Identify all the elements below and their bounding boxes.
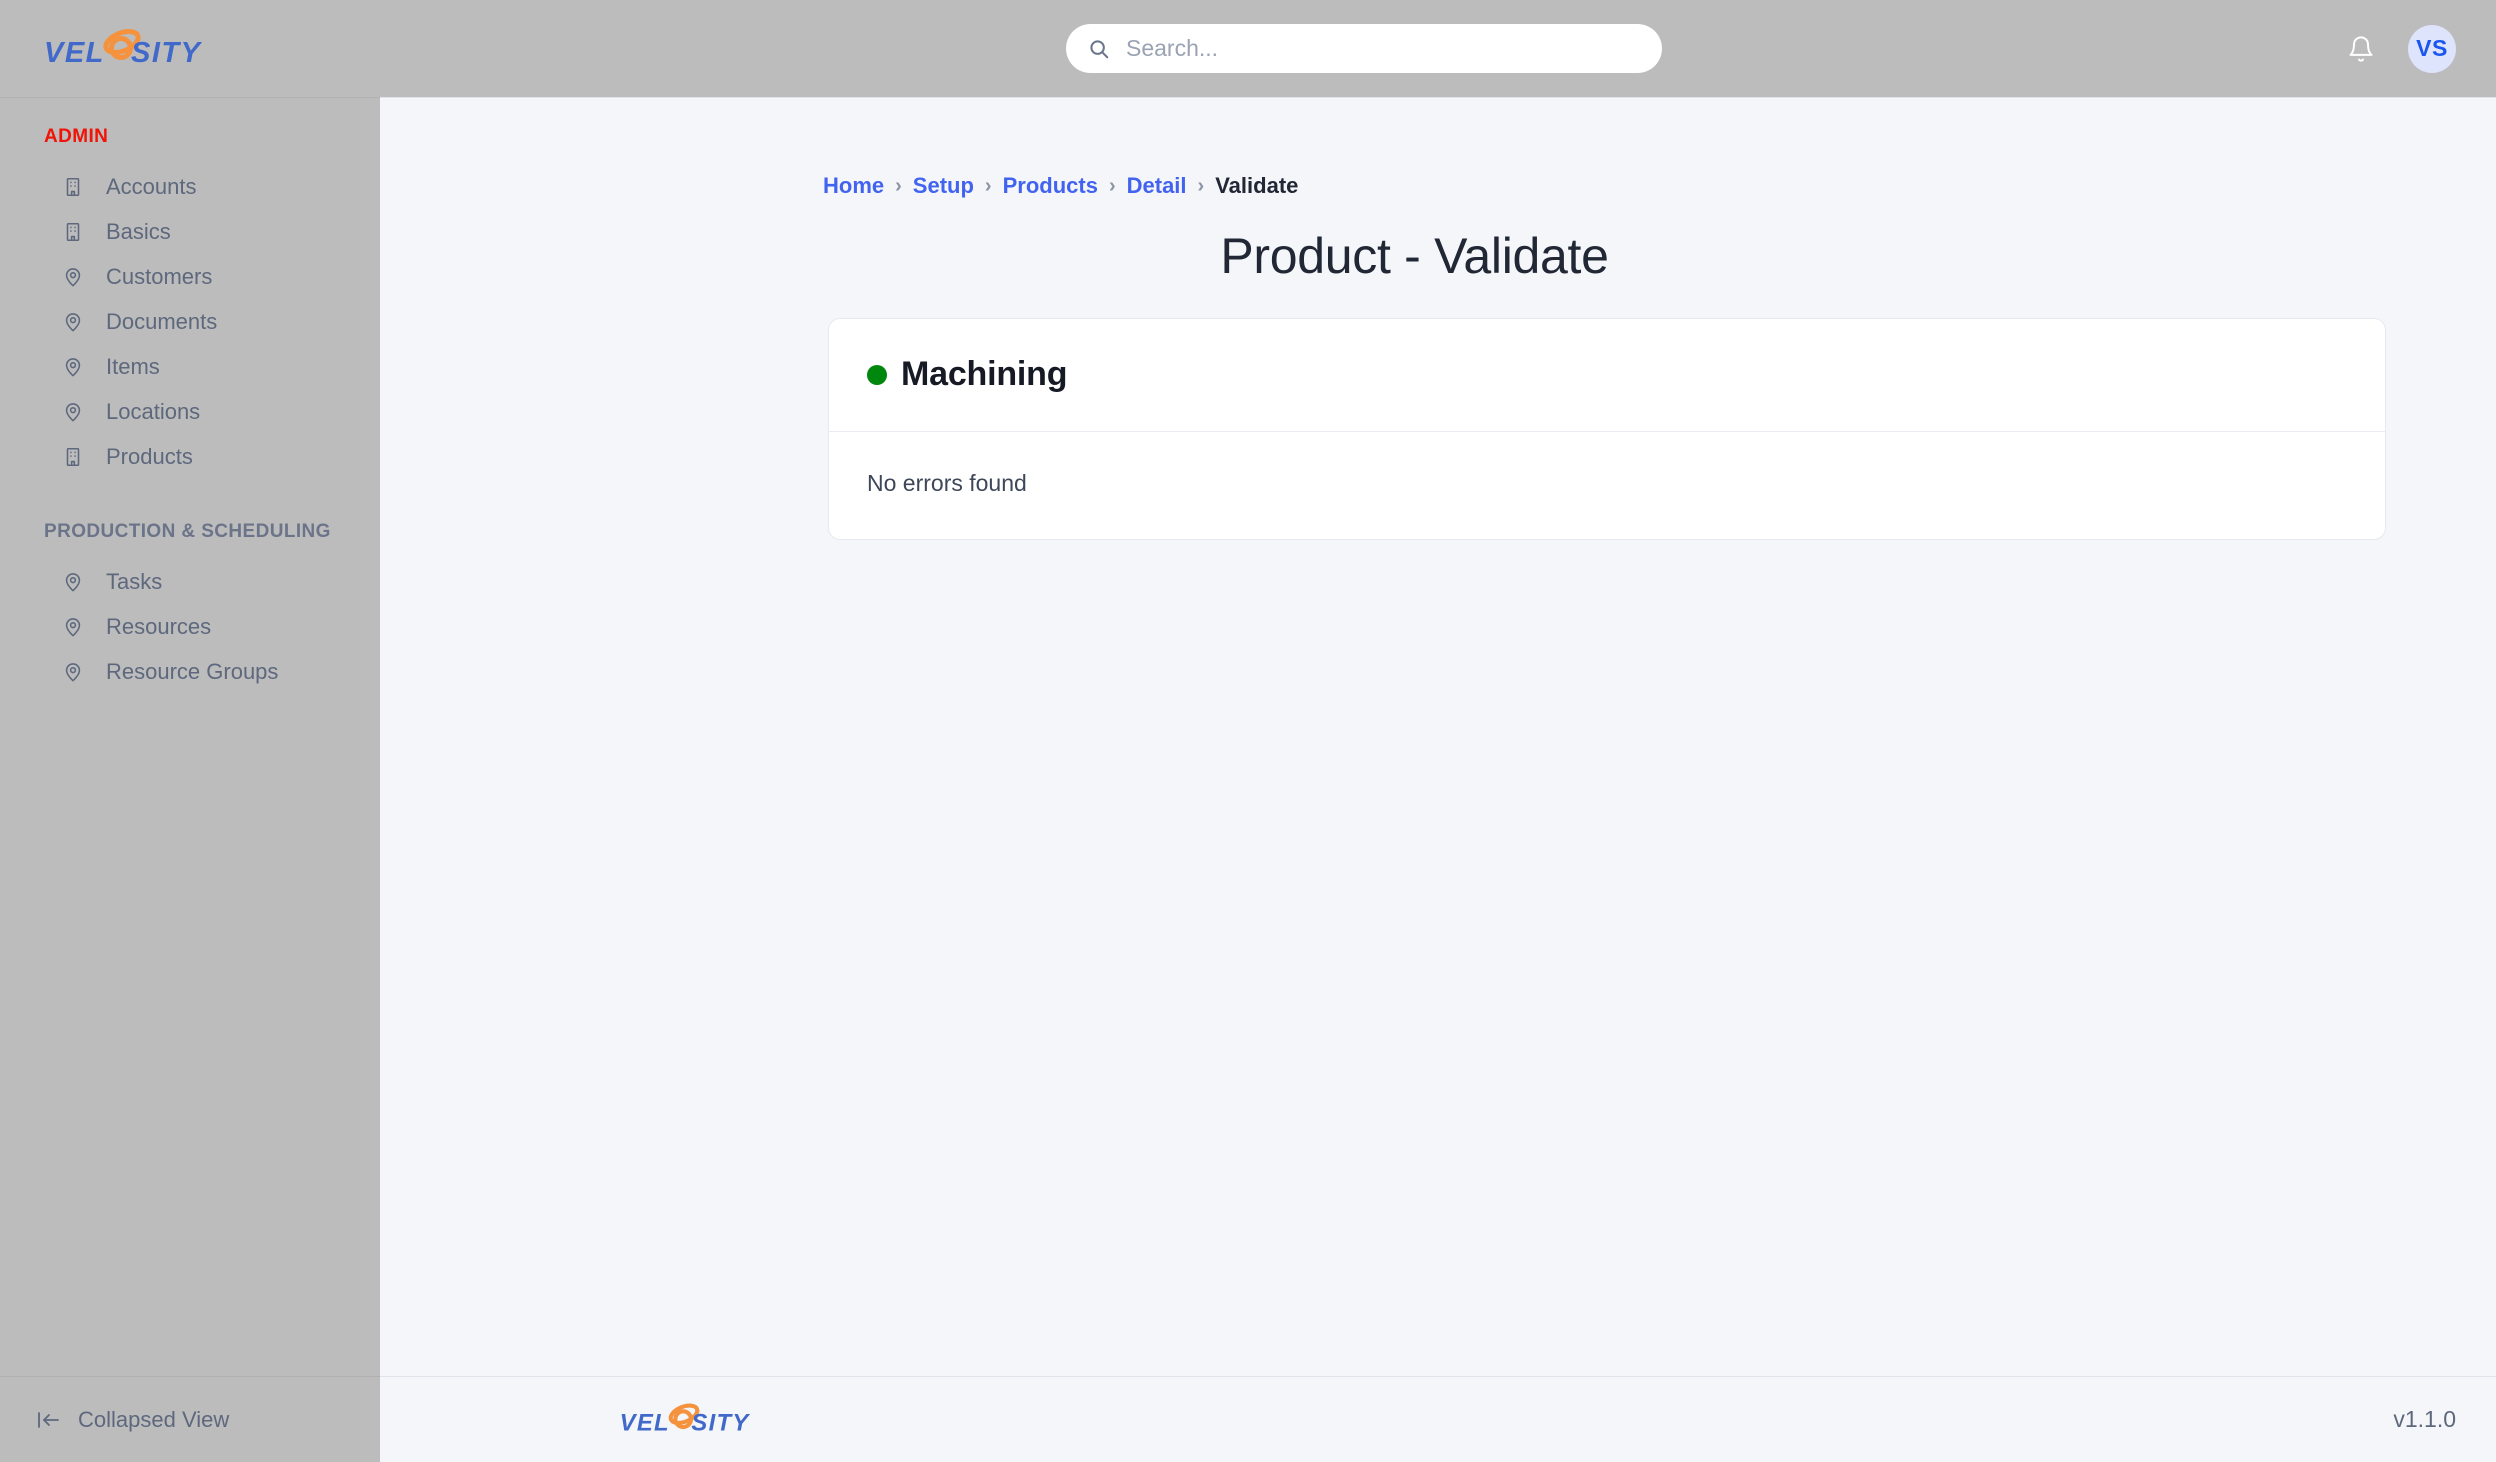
breadcrumb-item-setup[interactable]: Setup (913, 173, 974, 199)
sidebar-item-label: Tasks (106, 568, 163, 594)
main-scroll-area: Home › Setup › Products › Detail › Valid… (380, 98, 2496, 1376)
sidebar-item-documents[interactable]: Documents (0, 299, 380, 344)
body-row: ADMIN Accounts Basics Customers Document… (0, 97, 2496, 1462)
sidebar-item-items[interactable]: Items (0, 344, 380, 389)
sidebar-item-customers[interactable]: Customers (0, 254, 380, 299)
svg-text:VEL: VEL (620, 1409, 670, 1436)
app-root: VEL SITY VS (0, 0, 2496, 1462)
map-pin-icon (65, 572, 81, 591)
notifications-button[interactable] (2342, 30, 2380, 68)
page-title: Product - Validate (1220, 228, 1609, 284)
avatar[interactable]: VS (2408, 24, 2456, 73)
app-version: v1.1.0 (2393, 1406, 2456, 1432)
sidebar-section-title-admin: ADMIN (44, 126, 109, 147)
search-icon (1090, 39, 1109, 58)
velosity-logo-footer: VEL SITY (620, 1403, 750, 1436)
top-bar: VEL SITY VS (0, 0, 2496, 97)
sidebar-item-label: Documents (106, 308, 218, 334)
main-footer: VEL SITY v1.1.0 (380, 1376, 2496, 1462)
topbar-actions: VS (2342, 0, 2456, 97)
bell-icon (2349, 35, 2373, 62)
building-icon (66, 222, 80, 241)
velosity-logo: VEL SITY (44, 28, 202, 69)
sidebar-item-resource-groups[interactable]: Resource Groups (0, 649, 380, 694)
validation-card-title: Machining (901, 355, 1068, 393)
sidebar-section-title-production: PRODUCTION & SCHEDULING (44, 521, 331, 542)
breadcrumb-separator: › (1197, 174, 1205, 197)
collapse-view-label: Collapsed View (78, 1406, 230, 1432)
building-icon (66, 177, 80, 196)
svg-text:SITY: SITY (691, 1409, 750, 1436)
breadcrumb-item-validate: Validate (1215, 173, 1299, 198)
breadcrumb-item-products[interactable]: Products (1003, 173, 1098, 199)
sidebar-item-label: Accounts (106, 173, 197, 199)
sidebar-item-locations[interactable]: Locations (0, 389, 380, 434)
sidebar-item-tasks[interactable]: Tasks (0, 559, 380, 604)
breadcrumb-item-home[interactable]: Home (823, 173, 884, 199)
breadcrumb-separator: › (895, 174, 902, 197)
brand-logo[interactable]: VEL SITY (0, 0, 380, 97)
search-input[interactable] (1126, 35, 1640, 62)
map-pin-icon (65, 662, 81, 681)
map-pin-icon (65, 267, 81, 286)
sidebar-item-label: Customers (106, 263, 213, 289)
sidebar-item-basics[interactable]: Basics (0, 209, 380, 254)
sidebar-item-products[interactable]: Products (0, 434, 380, 479)
sidebar-item-label: Resource Groups (106, 658, 279, 684)
svg-text:VEL: VEL (44, 37, 105, 69)
validation-result-text: No errors found (867, 470, 1027, 496)
sidebar-item-label: Locations (106, 398, 201, 424)
sidebar-item-label: Resources (106, 613, 212, 639)
sidebar-item-accounts[interactable]: Accounts (0, 164, 380, 209)
sidebar-item-resources[interactable]: Resources (0, 604, 380, 649)
sidebar-nav: ADMIN Accounts Basics Customers Document… (0, 98, 380, 1376)
status-dot-icon (867, 364, 887, 385)
collapse-view-button[interactable]: Collapsed View (0, 1376, 380, 1462)
search-box[interactable] (1066, 24, 1662, 73)
validation-card-body: No errors found (829, 432, 2385, 539)
search-container (1066, 24, 1662, 73)
validation-card-header: Machining (829, 319, 2385, 432)
main-content: Home › Setup › Products › Detail › Valid… (380, 97, 2496, 1462)
svg-text:SITY: SITY (131, 37, 202, 69)
sidebar-item-label: Basics (106, 218, 171, 244)
breadcrumb: Home › Setup › Products › Detail › Valid… (443, 98, 2386, 199)
building-icon (66, 447, 80, 466)
map-pin-icon (65, 402, 81, 421)
validation-card: Machining No errors found (828, 318, 2386, 540)
map-pin-icon (65, 617, 81, 636)
breadcrumb-separator: › (984, 174, 992, 197)
map-pin-icon (65, 357, 81, 376)
map-pin-icon (65, 312, 81, 331)
breadcrumb-item-detail[interactable]: Detail (1127, 173, 1187, 199)
sidebar-item-label: Products (106, 443, 193, 469)
sidebar: ADMIN Accounts Basics Customers Document… (0, 97, 380, 1462)
sidebar-item-label: Items (106, 353, 160, 379)
collapse-left-icon (38, 1411, 59, 1428)
breadcrumb-separator: › (1108, 174, 1116, 197)
